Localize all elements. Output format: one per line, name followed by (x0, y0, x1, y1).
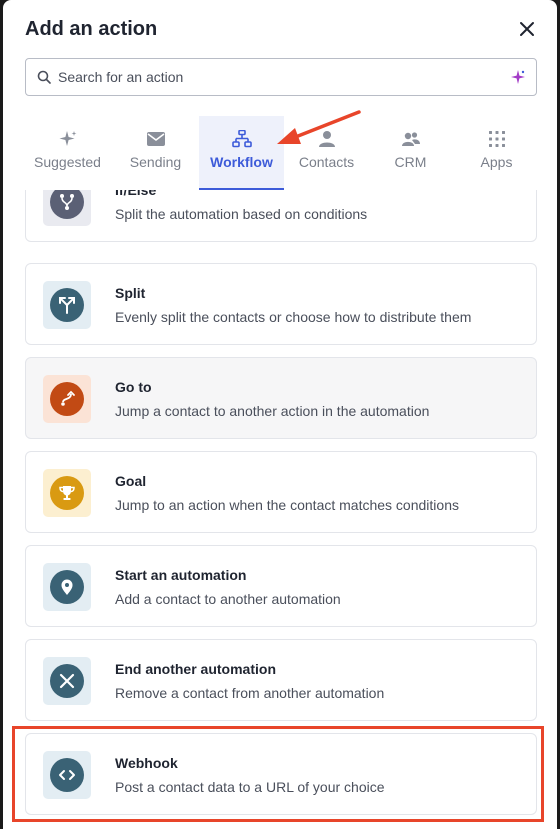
action-card-start-automation[interactable]: Start an automation Add a contact to ano… (25, 545, 537, 627)
action-title: Go to (115, 379, 152, 395)
close-icon (520, 22, 534, 36)
envelope-icon (146, 132, 165, 146)
action-card-go-to[interactable]: Go to Jump a contact to another action i… (25, 357, 537, 439)
action-description: Jump to an action when the contact match… (115, 497, 459, 513)
x-icon (59, 673, 75, 689)
action-card-split[interactable]: Split Evenly split the contacts or choos… (25, 263, 537, 345)
icon-box (43, 469, 91, 517)
tab-label: Sending (129, 154, 182, 170)
icon-box (43, 190, 91, 226)
action-description: Split the automation based on conditions (115, 206, 368, 222)
action-card-webhook[interactable]: Webhook Post a contact data to a URL of … (25, 733, 537, 815)
grid-icon (488, 131, 505, 147)
goto-icon (61, 390, 75, 406)
tab-label: Apps (480, 154, 513, 170)
action-list: If/Else Split the automation based on co… (25, 190, 537, 829)
action-card-end-automation[interactable]: End another automation Remove a contact … (25, 639, 537, 721)
icon-box (43, 563, 91, 611)
icon-box (43, 375, 91, 423)
action-description: Remove a contact from another automation (115, 685, 385, 701)
tab-label: Contacts (298, 154, 355, 170)
code-icon (59, 770, 75, 780)
action-description: Post a contact data to a URL of your cho… (115, 779, 385, 795)
tab-crm[interactable]: CRM (368, 116, 453, 190)
icon-box (43, 281, 91, 329)
action-description: Add a contact to another automation (115, 591, 341, 607)
workflow-icon (231, 130, 252, 148)
tab-label: CRM (394, 154, 427, 170)
search-box (25, 58, 537, 96)
tab-sending[interactable]: Sending (113, 116, 198, 190)
split-icon (59, 297, 75, 314)
search-icon (37, 70, 51, 84)
action-title: If/Else (115, 190, 157, 198)
tab-apps[interactable]: Apps (454, 116, 539, 190)
icon-box (43, 657, 91, 705)
action-card-goal[interactable]: Goal Jump to an action when the contact … (25, 451, 537, 533)
action-title: Split (115, 285, 146, 301)
action-description: Jump a contact to another action in the … (115, 403, 430, 419)
tab-label: Workflow (210, 154, 273, 170)
icon-box (43, 751, 91, 799)
action-title: End another automation (115, 661, 276, 677)
annotation-arrow (277, 110, 361, 144)
tab-label: Suggested (34, 154, 101, 170)
modal-title: Add an action (25, 18, 158, 40)
action-card-if-else[interactable]: If/Else Split the automation based on co… (25, 190, 537, 242)
branch-icon (60, 194, 74, 210)
action-title: Goal (115, 473, 147, 489)
modal-header: Add an action (25, 14, 537, 44)
trophy-icon (59, 486, 75, 500)
action-title: Start an automation (115, 567, 247, 583)
sparkle-icon (59, 131, 76, 146)
close-button[interactable] (517, 19, 537, 39)
add-action-modal: Add an action Suggested Sending Workflow… (3, 0, 557, 829)
action-description: Evenly split the contacts or choose how … (115, 309, 472, 325)
ai-sparkle-icon[interactable] (510, 69, 526, 85)
tab-suggested[interactable]: Suggested (25, 116, 110, 190)
action-title: Webhook (115, 755, 178, 771)
search-input[interactable] (58, 59, 498, 95)
location-pin-icon (61, 579, 73, 595)
people-icon (401, 132, 420, 146)
